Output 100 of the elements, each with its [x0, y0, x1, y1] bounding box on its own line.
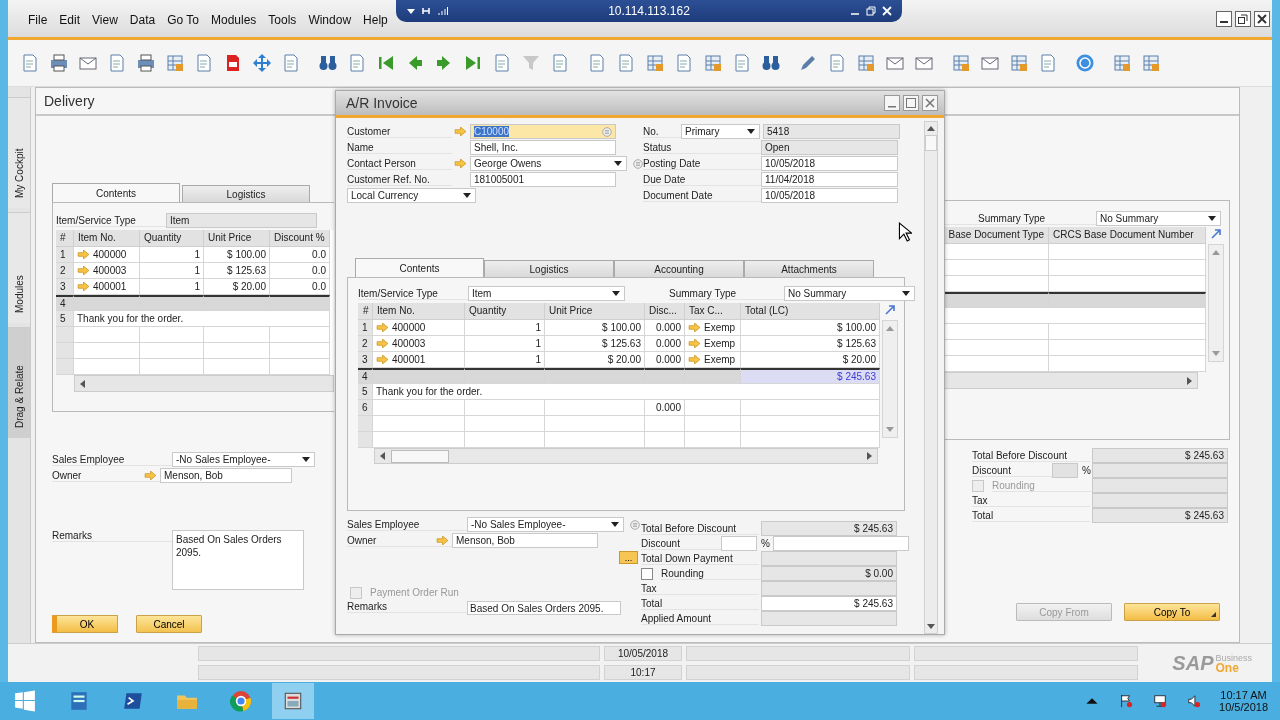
link-arrow-icon[interactable] — [688, 323, 701, 332]
document-icon[interactable] — [674, 53, 694, 73]
input-field[interactable]: 181005001 — [470, 172, 616, 187]
amount-field[interactable]: $ 245.63 — [1092, 508, 1228, 523]
amount-field[interactable]: $ 245.63 — [761, 596, 897, 611]
amount-field[interactable] — [761, 551, 897, 566]
amount-field[interactable]: $ 0.00 — [761, 566, 897, 581]
checkbox[interactable] — [641, 567, 653, 580]
form-button[interactable]: OK — [52, 615, 118, 633]
column-header[interactable]: Tax C... — [685, 303, 741, 320]
amount-field[interactable] — [1092, 463, 1228, 478]
document-icon[interactable] — [107, 53, 127, 73]
item-type-dropdown[interactable]: Item — [468, 286, 625, 301]
binoculars-icon[interactable] — [761, 53, 781, 73]
column-header[interactable]: Item No. — [373, 303, 465, 320]
input-field[interactable]: Open — [761, 140, 898, 155]
printer-icon[interactable] — [136, 53, 156, 73]
tab[interactable]: Contents — [52, 183, 180, 202]
server-icon[interactable] — [68, 690, 90, 712]
document-icon[interactable] — [732, 53, 752, 73]
first-record-icon[interactable] — [376, 53, 396, 73]
network-icon[interactable] — [1153, 694, 1168, 708]
list-icon[interactable] — [602, 126, 612, 137]
menu-item[interactable]: Window — [302, 12, 358, 27]
list-icon[interactable] — [633, 158, 643, 169]
minimize-icon[interactable] — [1216, 10, 1232, 27]
discount-percent-field[interactable] — [1052, 463, 1078, 478]
scrollbar[interactable] — [74, 375, 334, 392]
menu-item[interactable]: Edit — [53, 12, 87, 27]
form-button[interactable]: Copy To — [1124, 603, 1220, 621]
document-icon[interactable] — [281, 53, 301, 73]
tab[interactable]: Contents — [355, 258, 484, 277]
menu-item[interactable]: Tools — [262, 12, 303, 27]
input-field[interactable]: 5418 — [763, 124, 900, 139]
link-arrow-icon[interactable] — [376, 355, 389, 364]
document-icon[interactable] — [587, 53, 607, 73]
spreadsheet-icon[interactable] — [703, 53, 723, 73]
restore-icon[interactable] — [1235, 10, 1251, 27]
start-icon[interactable] — [14, 690, 36, 712]
menu-item[interactable]: Modules — [205, 12, 263, 27]
help-icon[interactable] — [1075, 53, 1095, 73]
column-header[interactable]: Quantity — [465, 303, 545, 320]
input-field[interactable]: 11/04/2018 — [761, 172, 898, 187]
maximize-icon[interactable] — [903, 95, 919, 111]
scroll-thumb[interactable] — [391, 449, 449, 463]
sales-employee-dropdown[interactable]: -No Sales Employee- — [467, 517, 624, 532]
input-field[interactable]: Shell, Inc. — [470, 140, 616, 155]
document-icon[interactable] — [194, 53, 214, 73]
menu-item[interactable]: Data — [123, 12, 162, 27]
tab[interactable]: Accounting — [614, 260, 744, 277]
column-header[interactable]: # — [56, 230, 74, 247]
link-arrow-icon[interactable] — [454, 159, 467, 168]
taskbar-app-button[interactable] — [272, 683, 314, 719]
expand-icon[interactable] — [1210, 228, 1222, 240]
link-arrow-icon[interactable] — [688, 355, 701, 364]
volume-icon[interactable] — [1187, 694, 1202, 708]
tab[interactable]: Logistics — [484, 260, 614, 277]
list-icon[interactable] — [630, 519, 640, 530]
owner-field[interactable]: Menson, Bob — [452, 533, 598, 548]
move-arrows-icon[interactable] — [252, 53, 272, 73]
document-icon[interactable] — [550, 53, 570, 73]
scroll-left-icon[interactable] — [378, 451, 388, 461]
amount-field[interactable] — [761, 581, 897, 596]
menu-item[interactable]: Help — [357, 12, 394, 27]
caret-icon[interactable] — [406, 6, 416, 16]
document-icon[interactable] — [20, 53, 40, 73]
document-icon[interactable] — [827, 53, 847, 73]
clock-time[interactable]: 10:17 AM — [1220, 689, 1267, 701]
scroll-right-icon[interactable] — [864, 451, 874, 461]
scroll-thumb[interactable] — [925, 135, 937, 151]
browser-icon[interactable] — [230, 690, 252, 712]
amount-field[interactable] — [761, 611, 897, 626]
side-tab[interactable]: Modules — [8, 212, 30, 323]
remarks-field[interactable]: Based On Sales Orders 2095. — [172, 530, 304, 590]
tab[interactable]: Logistics — [182, 185, 310, 202]
column-header[interactable]: Item No. — [74, 230, 140, 247]
filter-icon[interactable] — [521, 53, 541, 73]
expand-icon[interactable] — [884, 304, 896, 316]
scroll-down-icon[interactable] — [926, 621, 936, 631]
document-icon[interactable] — [616, 53, 636, 73]
binoculars-icon[interactable] — [318, 53, 338, 73]
series-dropdown[interactable]: Primary — [681, 124, 760, 139]
link-arrow-icon[interactable] — [376, 323, 389, 332]
printer-icon[interactable] — [49, 53, 69, 73]
link-arrow-icon[interactable] — [688, 339, 701, 348]
last-record-icon[interactable] — [463, 53, 483, 73]
amount-field[interactable]: $ 245.63 — [761, 521, 897, 536]
owner-field[interactable]: Menson, Bob — [160, 468, 292, 483]
side-tab[interactable]: Drag & Relate — [8, 327, 30, 438]
link-arrow-icon[interactable] — [436, 536, 449, 545]
amount-field[interactable] — [1092, 493, 1228, 508]
spreadsheet-icon[interactable] — [165, 53, 185, 73]
currency-dropdown[interactable]: Local Currency — [347, 188, 476, 203]
link-arrow-icon[interactable] — [77, 250, 90, 259]
form-button[interactable]: Cancel — [136, 615, 202, 633]
close-icon[interactable] — [1254, 10, 1270, 27]
amount-field[interactable] — [1092, 478, 1228, 493]
sales-employee-dropdown[interactable]: -No Sales Employee- — [172, 452, 315, 467]
column-header[interactable]: Base Document Type — [944, 227, 1049, 244]
terminal-icon[interactable] — [122, 690, 144, 712]
